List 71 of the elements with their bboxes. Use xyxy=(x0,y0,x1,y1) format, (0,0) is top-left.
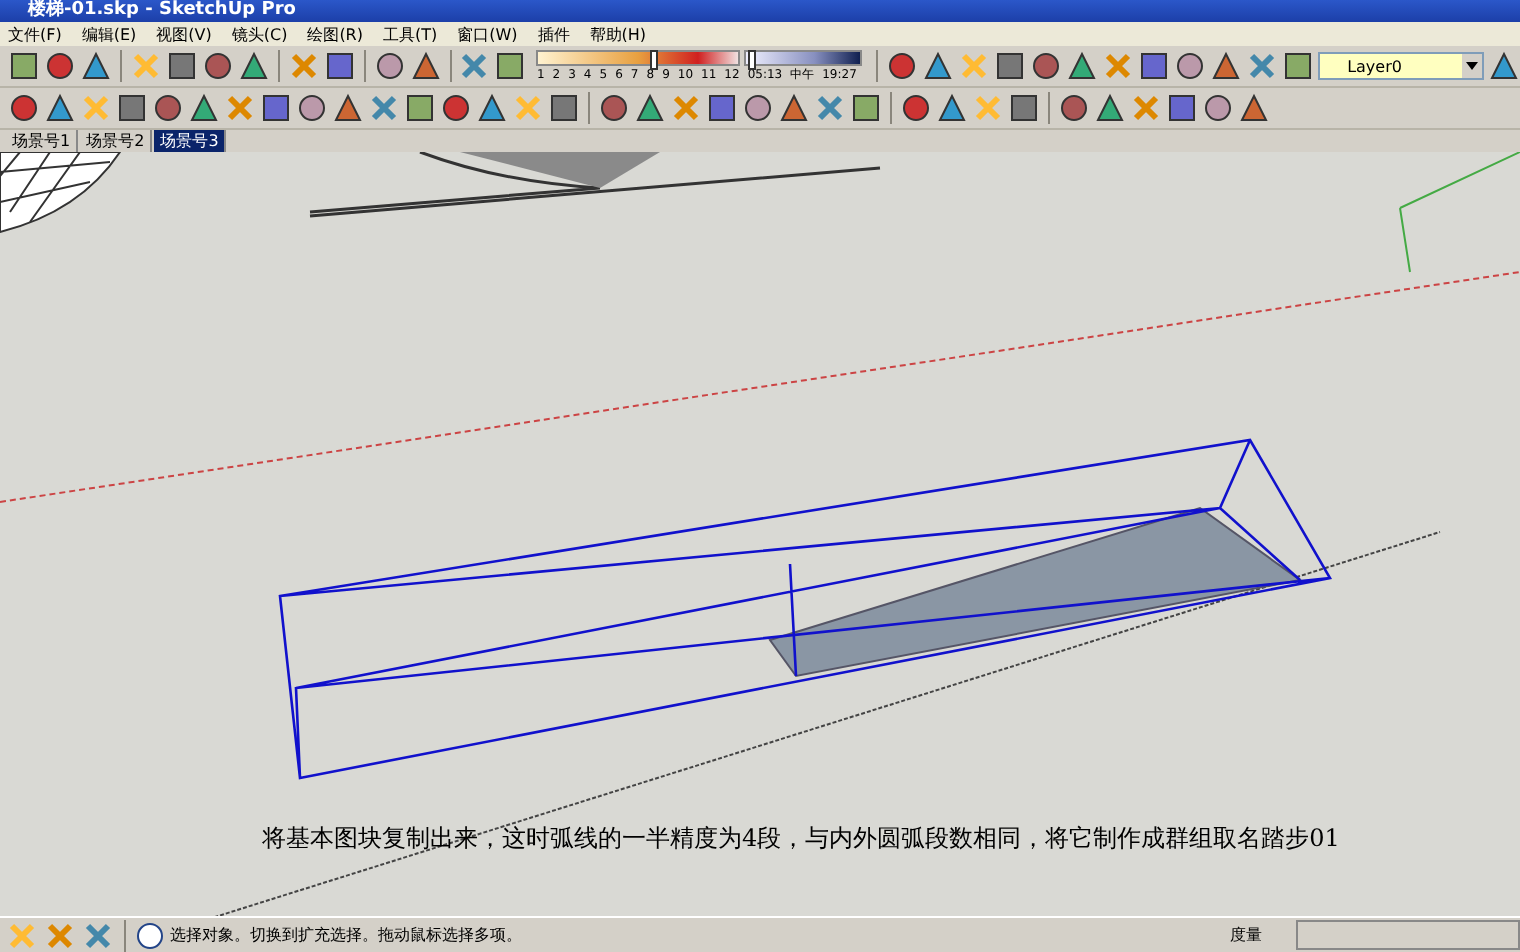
toolbar-icon[interactable] xyxy=(1202,92,1234,124)
toolbar-icon[interactable] xyxy=(494,50,527,82)
scene-tab[interactable]: 场景号2 xyxy=(80,130,153,152)
toolbar-icon[interactable] xyxy=(742,92,774,124)
mesh-surface-drawing xyxy=(0,152,121,233)
toolbar-icon[interactable] xyxy=(1281,50,1314,82)
toolbar-icon[interactable] xyxy=(548,92,580,124)
toolbar-icon[interactable] xyxy=(116,92,148,124)
toolbar-icon[interactable] xyxy=(404,92,436,124)
toolbar-icon[interactable] xyxy=(936,92,968,124)
toolbar-icon[interactable] xyxy=(1058,92,1090,124)
menu-item[interactable]: 绘图(R) xyxy=(307,23,363,45)
toolbar-icon[interactable] xyxy=(332,92,364,124)
toolbar-icon[interactable] xyxy=(1094,92,1126,124)
scene-tab[interactable]: 场景号1 xyxy=(6,130,79,152)
date-slider[interactable] xyxy=(536,49,740,65)
menu-item[interactable]: 视图(V) xyxy=(156,23,212,45)
menu-item[interactable]: 编辑(E) xyxy=(81,23,137,45)
dropdown-button[interactable] xyxy=(1462,54,1483,78)
toolbar-icon[interactable] xyxy=(1137,50,1170,82)
toolbar-icon[interactable] xyxy=(44,92,76,124)
toolbar-icon[interactable] xyxy=(188,92,220,124)
toolbar-icon[interactable] xyxy=(152,92,184,124)
toolbar-icon[interactable] xyxy=(237,50,270,82)
toolbar-icon[interactable] xyxy=(921,50,954,82)
caret-icon xyxy=(1466,62,1479,70)
time-slider[interactable] xyxy=(743,49,862,65)
toolbar-icon[interactable] xyxy=(1209,50,1242,82)
toolbar-icon[interactable] xyxy=(323,50,356,82)
toolbar-icon[interactable] xyxy=(850,92,882,124)
toolbar-icon[interactable] xyxy=(1488,50,1520,82)
menu-item[interactable]: 镜头(C) xyxy=(231,23,288,45)
toolbar-icon[interactable] xyxy=(1173,50,1206,82)
toolbar-icon[interactable] xyxy=(1029,50,1062,82)
menu-item[interactable]: 插件 xyxy=(537,23,570,45)
menu-item[interactable]: 帮助(H) xyxy=(589,23,647,45)
slider-thumb[interactable] xyxy=(650,49,659,69)
menu-item[interactable]: 窗口(W) xyxy=(457,23,518,45)
measure-label: 度量 xyxy=(1230,924,1264,946)
toolbar-icon[interactable] xyxy=(598,92,630,124)
toolbar-icon[interactable] xyxy=(260,92,292,124)
toolbar-icon[interactable] xyxy=(706,92,738,124)
toolbar-icon[interactable] xyxy=(993,50,1026,82)
toolbar-icon[interactable] xyxy=(8,50,40,82)
toolbar-icon[interactable] xyxy=(1238,92,1270,124)
toolbar-icon[interactable] xyxy=(1008,92,1040,124)
toolbar-icon[interactable] xyxy=(476,92,508,124)
help-icon[interactable] xyxy=(136,921,164,949)
toolbar-icon[interactable] xyxy=(440,92,472,124)
toolbar-icon[interactable] xyxy=(165,50,198,82)
toolbar-icon[interactable] xyxy=(201,50,234,82)
status-message: 选择对象。切换到扩充选择。拖动鼠标选择多项。 xyxy=(170,924,524,946)
scene-tab[interactable]: 场景号3 xyxy=(154,130,227,152)
toolbar-icon[interactable] xyxy=(80,50,112,82)
toolbar-icon[interactable] xyxy=(1065,50,1098,82)
menu-item[interactable]: 文件(F) xyxy=(8,23,62,45)
slider-thumb[interactable] xyxy=(747,49,756,69)
toolbar-icon[interactable] xyxy=(885,50,918,82)
toolbar-icon[interactable] xyxy=(778,92,810,124)
toolbar-icon[interactable] xyxy=(634,92,666,124)
toolbar-icon[interactable] xyxy=(8,92,40,124)
toolbar-icon[interactable] xyxy=(1166,92,1198,124)
y-axis-line xyxy=(1399,152,1520,273)
toolbar-icon[interactable] xyxy=(296,92,328,124)
menu-item[interactable]: 工具(T) xyxy=(383,23,438,45)
layer-dropdown[interactable]: Layer0 xyxy=(1317,52,1485,80)
measure-field[interactable] xyxy=(1296,920,1520,950)
toolbar-icon[interactable] xyxy=(373,50,406,82)
toolbar-icon[interactable] xyxy=(409,50,442,82)
toolbar-icon[interactable] xyxy=(44,50,76,82)
toolbar-icon[interactable] xyxy=(900,92,932,124)
